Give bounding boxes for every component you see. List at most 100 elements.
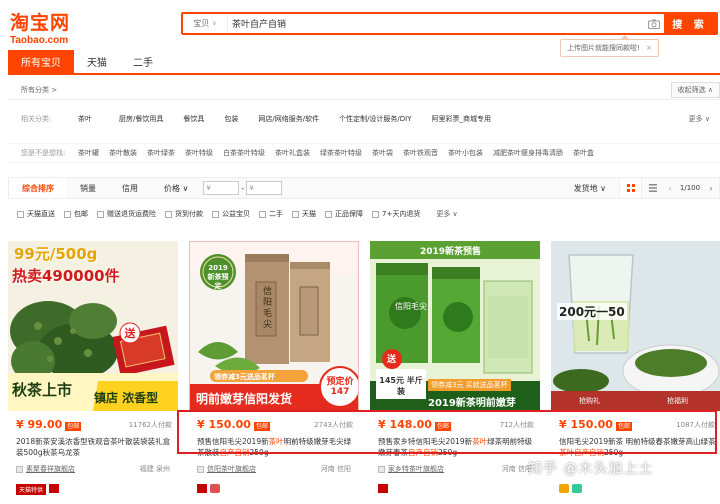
banner-can-label: 信阳毛尖 <box>261 286 271 330</box>
shop-icon <box>197 465 204 473</box>
related-more-button[interactable]: 更多 ∨ <box>689 114 720 124</box>
product-image[interactable]: 2019新茶预售 信阳毛尖 送 145元 半斤装 领券减3元 买就送品茗杯 20… <box>370 241 540 411</box>
tab-secondhand[interactable]: 二手 <box>120 50 166 73</box>
price-to-input[interactable]: ¥ <box>246 181 283 195</box>
related-list: 茶叶 厨房/餐饮用具 餐饮具 包装 网店/网络服务/软件 个性定制/设计服务/DIY 阿里彩… <box>78 114 689 124</box>
filter-checkbox[interactable]: 赠送退货运费险 <box>97 209 156 219</box>
sort-sales[interactable]: 销量 <box>67 178 109 198</box>
tab-tmall[interactable]: 天猫 <box>74 50 120 73</box>
filter-checkbox[interactable]: 二手 <box>259 209 283 219</box>
checkbox-box <box>372 210 379 218</box>
filter-checkbox[interactable]: 天猫直送 <box>17 209 55 219</box>
related-category-item[interactable]: 网店/网络服务/软件 <box>258 114 319 124</box>
filter-checkbox[interactable]: 正品保障 <box>325 209 363 219</box>
banner-halfprice: 145元 半斤装 <box>379 376 423 396</box>
list-view-icon[interactable] <box>641 178 663 198</box>
tab-all[interactable]: 所有宝贝 <box>8 50 74 73</box>
search-button[interactable]: 搜 索 <box>664 14 716 33</box>
shop-link[interactable]: 信阳茶叶旗舰店 <box>197 464 256 474</box>
fold-filter-button[interactable]: 收起筛选 ∧ <box>670 81 720 98</box>
logo-cn: 淘宝网 <box>10 12 71 34</box>
checkbox-box <box>212 210 219 218</box>
suggest-item[interactable]: 茶叶铁观音 <box>403 148 438 158</box>
prev-page-icon[interactable]: ‹ <box>663 184 677 193</box>
filter-checkbox[interactable]: 包邮 <box>64 209 88 219</box>
suggest-item[interactable]: 白茶茶叶特级 <box>223 148 265 158</box>
filter-label: 包邮 <box>74 210 88 218</box>
product-title[interactable]: 2018新茶安溪浓香型铁观音茶叶散装袋装礼盒装500g秋茶乌龙茶 <box>16 436 174 458</box>
sort-credit[interactable]: 信用 <box>109 178 151 198</box>
camera-icon[interactable] <box>644 14 664 33</box>
banner-discount: 200元一50 <box>557 303 627 320</box>
next-page-icon[interactable]: › <box>703 184 719 193</box>
tmall-cat-icon[interactable] <box>49 484 60 493</box>
related-category-item[interactable]: 包装 <box>224 114 238 124</box>
suggest-item[interactable]: 茶叶小包装 <box>448 148 483 158</box>
price-from-input[interactable]: ¥ <box>203 181 240 195</box>
service-icons <box>378 484 388 493</box>
store-icon[interactable] <box>572 484 582 493</box>
sort-price[interactable]: 价格 ∨ <box>151 178 201 198</box>
suggest-item[interactable]: 绿茶茶叶特级 <box>320 148 362 158</box>
banner-store: 镇店 浓香型 <box>94 391 159 405</box>
related-category-item[interactable]: 厨房/餐饮用具 <box>119 114 163 124</box>
suggest-item[interactable]: 茶叶袋 <box>372 148 393 158</box>
crown-icon[interactable] <box>559 484 569 493</box>
checkbox-box <box>165 210 172 218</box>
gift-icon[interactable] <box>210 484 220 493</box>
related-category-item[interactable]: 阿里彩票_商城专用 <box>432 114 492 124</box>
filter-label: 天猫 <box>302 210 316 218</box>
filter-label: 货到付款 <box>175 210 203 218</box>
sort-default[interactable]: 综合排序 <box>9 178 67 198</box>
filter-checkbox[interactable]: 7+天内退货 <box>372 209 420 219</box>
shop-icon <box>378 465 385 473</box>
banner-preorder: 2019新茶预定 <box>207 264 229 290</box>
search-scope-select[interactable]: 宝贝 ∨ <box>183 14 227 33</box>
product-sales: 11762人付款 <box>128 421 172 429</box>
tmall-badge-icon[interactable]: 天猫特供 <box>16 484 47 495</box>
filter-label: 公益宝贝 <box>222 210 250 218</box>
suggest-item[interactable]: 茶叶罐 <box>78 148 99 158</box>
suggest-item[interactable]: 茶叶散装 <box>109 148 137 158</box>
logo-en: Taobao.com <box>10 35 69 46</box>
tmall-cat-icon[interactable] <box>197 484 207 493</box>
product-card[interactable]: 2019新茶预定 信阳毛尖 领券减3元送品茗杯 明前嫩芽信阳发货 预定价 147… <box>189 241 359 504</box>
product-image[interactable]: 送 99元/500g 热卖490000件 秋茶上市 镇店 浓香型 <box>8 241 178 411</box>
service-icons: 天猫特供 <box>16 484 60 495</box>
filter-checkbox[interactable]: 公益宝贝 <box>212 209 250 219</box>
grid-view-icon[interactable] <box>619 178 641 198</box>
suggest-item[interactable]: 茶叶盒 <box>573 148 594 158</box>
suggest-item[interactable]: 减肥茶叶瘦身排毒清肠 <box>493 148 563 158</box>
suggest-label: 您是不是想找: <box>21 149 66 157</box>
product-image[interactable]: 2019新茶预定 信阳毛尖 领券减3元送品茗杯 明前嫩芽信阳发货 预定价 147 <box>189 241 359 411</box>
ship-from-select[interactable]: 发货地 ∨ <box>561 178 619 198</box>
shop-link[interactable]: 素聚春祥旗舰店 <box>16 464 75 474</box>
filter-more-button[interactable]: 更多 ∨ <box>436 209 457 219</box>
suggest-item[interactable]: 茶叶特级 <box>185 148 213 158</box>
banner-main: 2019新茶明前嫩芽 <box>428 398 516 409</box>
checkbox-box <box>292 210 299 218</box>
related-category-item[interactable]: 个性定制/设计服务/DIY <box>339 114 411 124</box>
free-shipping-badge: 包邮 <box>65 421 82 431</box>
product-price: ¥ 99.00 包邮 <box>16 418 82 431</box>
related-category-row: 相关分类: 茶叶 厨房/餐饮用具 餐饮具 包装 网店/网络服务/软件 个性定制/设计服务/… <box>8 110 720 128</box>
suggest-item[interactable]: 茶叶礼盒装 <box>275 148 310 158</box>
related-category-item[interactable]: 茶叶 <box>78 114 92 124</box>
filter-label: 二手 <box>269 210 283 218</box>
product-card[interactable]: 送 99元/500g 热卖490000件 秋茶上市 镇店 浓香型 ¥ 99.00… <box>8 241 178 504</box>
shop-link[interactable]: 家乡特茶叶旗舰店 <box>378 464 444 474</box>
filter-checkbox[interactable]: 货到付款 <box>165 209 203 219</box>
banner-preprice: 预定价 147 <box>326 377 354 397</box>
banner-gift2: 抢福利 <box>667 397 688 405</box>
product-card[interactable]: 2019新茶预售 信阳毛尖 送 145元 半斤装 领券减3元 买就送品茗杯 20… <box>370 241 540 504</box>
banner-main: 明前嫩芽信阳发货 <box>196 392 293 406</box>
related-category-item[interactable]: 餐饮具 <box>183 114 204 124</box>
filter-checkbox[interactable]: 天猫 <box>292 209 316 219</box>
product-image[interactable]: 200元一50 抢购礼 抢福利 <box>551 241 720 411</box>
tmall-cat-icon[interactable] <box>378 484 388 493</box>
suggest-item[interactable]: 茶叶绿茶 <box>147 148 175 158</box>
breadcrumb[interactable]: 所有分类 > <box>8 85 57 95</box>
search-input[interactable]: 茶叶自产自销 <box>227 14 644 33</box>
tea-glass-image <box>551 241 720 411</box>
taobao-logo[interactable]: 淘宝网 Taobao.com <box>10 8 80 46</box>
